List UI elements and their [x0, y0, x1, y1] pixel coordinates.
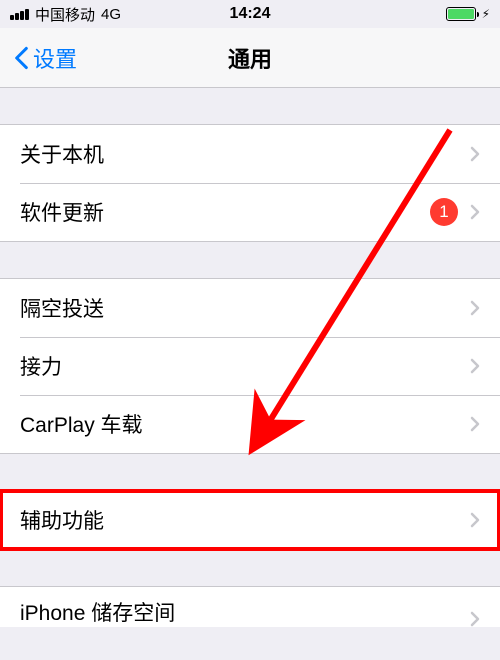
page-title: 通用 [228, 42, 272, 74]
cell-software-update[interactable]: 软件更新 1 [0, 183, 500, 241]
cell-label: 辅助功能 [20, 505, 470, 535]
cell-label: 软件更新 [20, 197, 430, 227]
cell-about[interactable]: 关于本机 [0, 125, 500, 183]
settings-group-2: 隔空投送 接力 CarPlay 车载 [0, 278, 500, 454]
signal-icon [10, 9, 29, 20]
chevron-right-icon [470, 204, 480, 220]
clock-label: 14:24 [230, 5, 271, 23]
cell-accessibility[interactable]: 辅助功能 [0, 491, 500, 549]
network-label: 4G [101, 6, 121, 23]
settings-group-1: 关于本机 软件更新 1 [0, 124, 500, 242]
chevron-right-icon [470, 358, 480, 374]
cell-label: 关于本机 [20, 139, 470, 169]
cell-airdrop[interactable]: 隔空投送 [0, 279, 500, 337]
settings-group-3: 辅助功能 [0, 490, 500, 550]
chevron-right-icon [470, 512, 480, 528]
cell-label: iPhone 储存空间 [20, 597, 470, 627]
chevron-right-icon [470, 416, 480, 432]
cell-label: 接力 [20, 351, 470, 381]
cell-label: CarPlay 车载 [20, 409, 470, 439]
carrier-label: 中国移动 [35, 4, 95, 25]
settings-group-4: iPhone 储存空间 [0, 586, 500, 627]
cell-carplay[interactable]: CarPlay 车载 [0, 395, 500, 453]
cell-iphone-storage[interactable]: iPhone 储存空间 [0, 587, 500, 627]
nav-bar: 设置 通用 [0, 28, 500, 88]
chevron-right-icon [470, 146, 480, 162]
chevron-left-icon [14, 46, 29, 70]
battery-icon: ⚡︎ [446, 7, 490, 21]
back-label: 设置 [33, 42, 77, 74]
chevron-right-icon [470, 611, 480, 627]
back-button[interactable]: 设置 [14, 42, 77, 74]
update-badge: 1 [430, 198, 458, 226]
status-bar: 中国移动 4G 14:24 ⚡︎ [0, 0, 500, 28]
cell-label: 隔空投送 [20, 293, 470, 323]
cell-handoff[interactable]: 接力 [0, 337, 500, 395]
chevron-right-icon [470, 300, 480, 316]
